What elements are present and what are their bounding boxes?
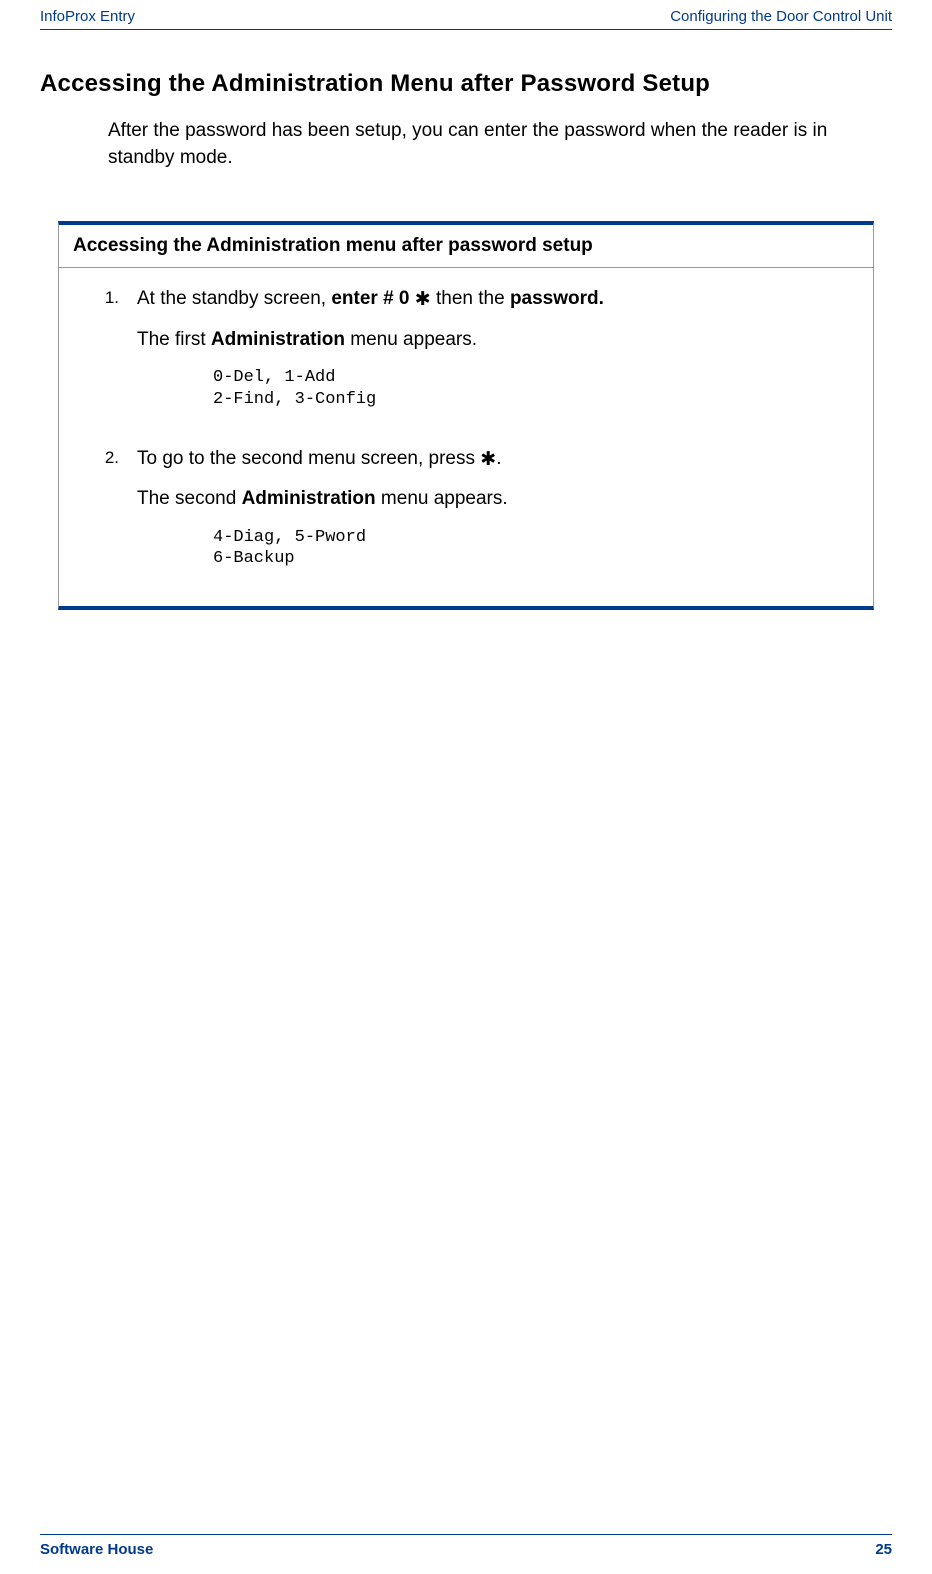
step-line: The first Administration menu appears.	[137, 327, 604, 354]
step-line: At the standby screen, enter # 0 ✱ then …	[137, 286, 604, 313]
step-content: At the standby screen, enter # 0 ✱ then …	[137, 286, 604, 428]
step-line: To go to the second menu screen, press ✱…	[137, 446, 508, 473]
text: menu appears.	[345, 329, 477, 350]
procedure-step: 1. At the standby screen, enter # 0 ✱ th…	[75, 286, 857, 428]
text: The first	[137, 329, 211, 350]
code-block: 0-Del, 1-Add 2-Find, 3-Config	[213, 367, 604, 410]
text: .	[496, 448, 501, 469]
page-title: Accessing the Administration Menu after …	[40, 70, 892, 98]
star-icon: ✱	[415, 287, 431, 314]
step-line: The second Administration menu appears.	[137, 486, 508, 513]
text: At the standby screen,	[137, 288, 331, 309]
footer-page-number: 25	[875, 1541, 892, 1558]
text: then the	[431, 288, 510, 309]
footer-left: Software House	[40, 1541, 153, 1558]
procedure-box: Accessing the Administration menu after …	[58, 221, 874, 609]
text: menu appears.	[376, 488, 508, 509]
page-footer: Software House 25	[40, 1534, 892, 1558]
page-header: InfoProx Entry Configuring the Door Cont…	[40, 0, 892, 30]
star-icon: ✱	[480, 447, 496, 474]
bold-text: password.	[510, 288, 604, 309]
procedure-body: 1. At the standby screen, enter # 0 ✱ th…	[59, 268, 873, 605]
text: The second	[137, 488, 242, 509]
step-number: 1.	[75, 286, 137, 428]
procedure-title: Accessing the Administration menu after …	[59, 225, 873, 268]
bold-text: Administration	[211, 329, 345, 350]
procedure-step: 2. To go to the second menu screen, pres…	[75, 446, 857, 570]
step-number: 2.	[75, 446, 137, 570]
intro-paragraph: After the password has been setup, you c…	[108, 118, 892, 171]
header-right: Configuring the Door Control Unit	[670, 8, 892, 25]
bold-text: Administration	[242, 488, 376, 509]
code-block: 4-Diag, 5-Pword 6-Backup	[213, 527, 508, 570]
step-content: To go to the second menu screen, press ✱…	[137, 446, 508, 570]
text: To go to the second menu screen, press	[137, 448, 480, 469]
header-left: InfoProx Entry	[40, 8, 135, 25]
bold-text: enter # 0	[331, 288, 414, 309]
